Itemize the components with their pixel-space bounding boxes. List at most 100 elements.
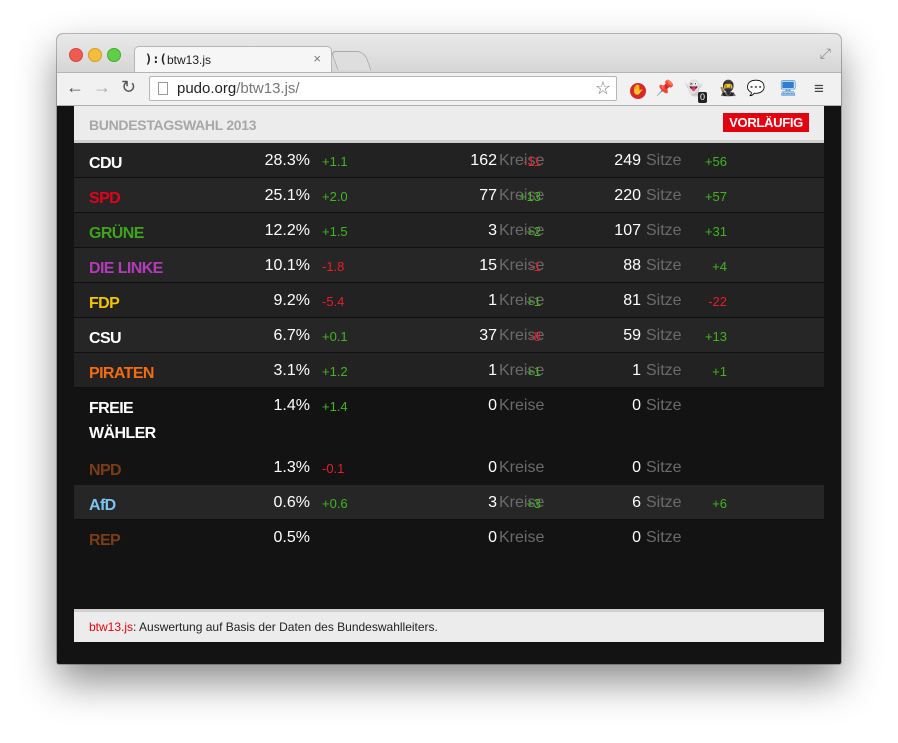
kreise-count: 162: [470, 152, 497, 169]
sitze-count: 59: [623, 327, 641, 344]
footer-link[interactable]: btw13.js: [89, 620, 133, 634]
table-row: AfD 0.6% +0.6 3 Kreise +3 6 Sitze +6: [74, 485, 824, 520]
party-name: NPD: [89, 462, 122, 479]
vote-percent-change: +1.1: [322, 154, 348, 169]
results-table: CDU 28.3% +1.1 162 Kreise -11 249 Sitze +56 SPD 25…: [74, 143, 824, 555]
party-name: FREIE WÄHLER: [89, 400, 156, 442]
vote-percent: 9.2%: [273, 292, 310, 309]
table-row: FDP 9.2% -5.4 1 Kreise +1 81 Sitze -22: [74, 283, 824, 318]
table-row: REP 0.5% 0 Kreise 0 Sitze: [74, 520, 824, 555]
table-row: SPD 25.1% +2.0 77 Kreise +13 220 Sitze +57: [74, 178, 824, 213]
table-row: CDU 28.3% +1.1 162 Kreise -11 249 Sitze +56: [74, 143, 824, 178]
vote-percent: 1.3%: [273, 459, 310, 476]
sitze-count: 0: [632, 397, 641, 414]
kreise-count: 3: [488, 222, 497, 239]
sitze-label: Sitze: [646, 362, 682, 379]
sitze-count: 249: [614, 152, 641, 169]
kreise-count: 1: [488, 292, 497, 309]
vote-percent-change: +0.1: [322, 329, 348, 344]
vote-percent-change: -0.1: [322, 461, 345, 476]
party-name: PIRATEN: [89, 365, 154, 382]
new-tab-button[interactable]: [330, 51, 372, 70]
kreise-count: 0: [488, 397, 497, 414]
fullscreen-icon[interactable]: ⤢: [820, 45, 831, 62]
table-row: DIE LINKE 10.1% -1.8 15 Kreise -1 88 Sitze +4: [74, 248, 824, 283]
extension-badge: 0: [698, 92, 708, 103]
kreise-count: 0: [488, 459, 497, 476]
kreise-label: Kreise: [499, 459, 545, 476]
kreise-count: 37: [479, 327, 497, 344]
maximize-window-button[interactable]: [107, 48, 121, 62]
browser-toolbar: ← → ↻ pudo.org/btw13.js/ ☆ ✋ 📌 👻 0 🥷 💬 🖥…: [57, 72, 841, 106]
vote-percent: 12.2%: [264, 222, 310, 239]
close-window-button[interactable]: [69, 48, 83, 62]
vote-percent: 10.1%: [264, 257, 310, 274]
vote-percent: 3.1%: [273, 362, 310, 379]
sitze-count: 0: [632, 459, 641, 476]
sitze-count: 220: [614, 187, 641, 204]
url-text[interactable]: pudo.org/btw13.js/: [177, 80, 300, 97]
sitze-label: Sitze: [646, 327, 682, 344]
party-name: FDP: [89, 295, 120, 312]
hangouts-extension-icon[interactable]: 💬: [746, 79, 766, 99]
kreise-count: 15: [479, 257, 497, 274]
tab-title: btw13.js: [167, 53, 212, 67]
vote-percent: 28.3%: [264, 152, 310, 169]
table-row: GRÜNE 12.2% +1.5 3 Kreise +2 107 Sitze +31: [74, 213, 824, 248]
sitze-label: Sitze: [646, 459, 682, 476]
tab-close-icon[interactable]: ×: [313, 51, 321, 66]
sitze-change: -22: [708, 294, 727, 309]
kreise-count: 77: [479, 187, 497, 204]
vote-percent-change: -5.4: [322, 294, 345, 309]
sitze-change: +4: [712, 259, 727, 274]
sitze-label: Sitze: [646, 494, 682, 511]
vote-percent-change: +1.5: [322, 224, 348, 239]
browser-window: ):( btw13.js × ⤢ ← → ↻ pudo.org/btw13.js…: [57, 34, 841, 664]
sitze-count: 107: [614, 222, 641, 239]
minimize-window-button[interactable]: [88, 48, 102, 62]
kreise-label: Kreise: [499, 529, 545, 546]
sitze-change: +57: [704, 189, 727, 204]
vote-percent-change: +1.4: [322, 399, 348, 414]
party-name: REP: [89, 532, 121, 549]
table-row: CSU 6.7% +0.1 37 Kreise -8 59 Sitze +13: [74, 318, 824, 353]
sitze-count: 88: [623, 257, 641, 274]
vote-percent-change: +1.2: [322, 364, 348, 379]
sitze-label: Sitze: [646, 222, 682, 239]
sitze-label: Sitze: [646, 187, 682, 204]
sitze-label: Sitze: [646, 529, 682, 546]
page-title: BUNDESTAGSWAHL 2013: [89, 117, 257, 133]
page-header: BUNDESTAGSWAHL 2013 VORLÄUFIG: [74, 106, 824, 143]
party-name: CDU: [89, 155, 122, 172]
footer-description: : Auswertung auf Basis der Daten des Bun…: [133, 620, 438, 634]
kreise-label: Kreise: [499, 397, 545, 414]
browser-tab[interactable]: ):( btw13.js ×: [134, 46, 332, 72]
party-name: SPD: [89, 190, 121, 207]
reload-button[interactable]: ↻: [121, 77, 136, 98]
party-name: CSU: [89, 330, 122, 347]
kreise-change: +2: [526, 224, 541, 239]
sitze-label: Sitze: [646, 292, 682, 309]
vote-percent-change: -1.8: [322, 259, 345, 274]
url-path: /btw13.js/: [236, 80, 300, 97]
adblock-extension-icon[interactable]: ✋: [628, 79, 648, 99]
page-content: BUNDESTAGSWAHL 2013 VORLÄUFIG CDU 28.3% +1…: [74, 106, 824, 664]
kreise-change: -11: [523, 154, 541, 169]
sitze-change: +31: [704, 224, 727, 239]
forward-button[interactable]: →: [93, 77, 111, 98]
address-bar[interactable]: pudo.org/btw13.js/ ☆: [149, 76, 617, 101]
bookmark-star-icon[interactable]: ☆: [595, 78, 611, 99]
back-button[interactable]: ←: [66, 77, 84, 98]
sitze-count: 0: [632, 529, 641, 546]
kreise-count: 3: [488, 494, 497, 511]
mask-extension-icon[interactable]: 🥷: [718, 79, 738, 99]
sitze-label: Sitze: [646, 257, 682, 274]
menu-icon[interactable]: ≡: [809, 79, 829, 99]
party-name: GRÜNE: [89, 225, 144, 242]
kreise-change: +3: [526, 496, 541, 511]
pin-extension-icon[interactable]: 📌: [655, 79, 675, 99]
vote-percent-change: +2.0: [322, 189, 348, 204]
vote-percent: 0.5%: [273, 529, 310, 546]
screenshot-extension-icon[interactable]: 🖥: [778, 79, 798, 99]
kreise-change: -8: [529, 329, 541, 344]
